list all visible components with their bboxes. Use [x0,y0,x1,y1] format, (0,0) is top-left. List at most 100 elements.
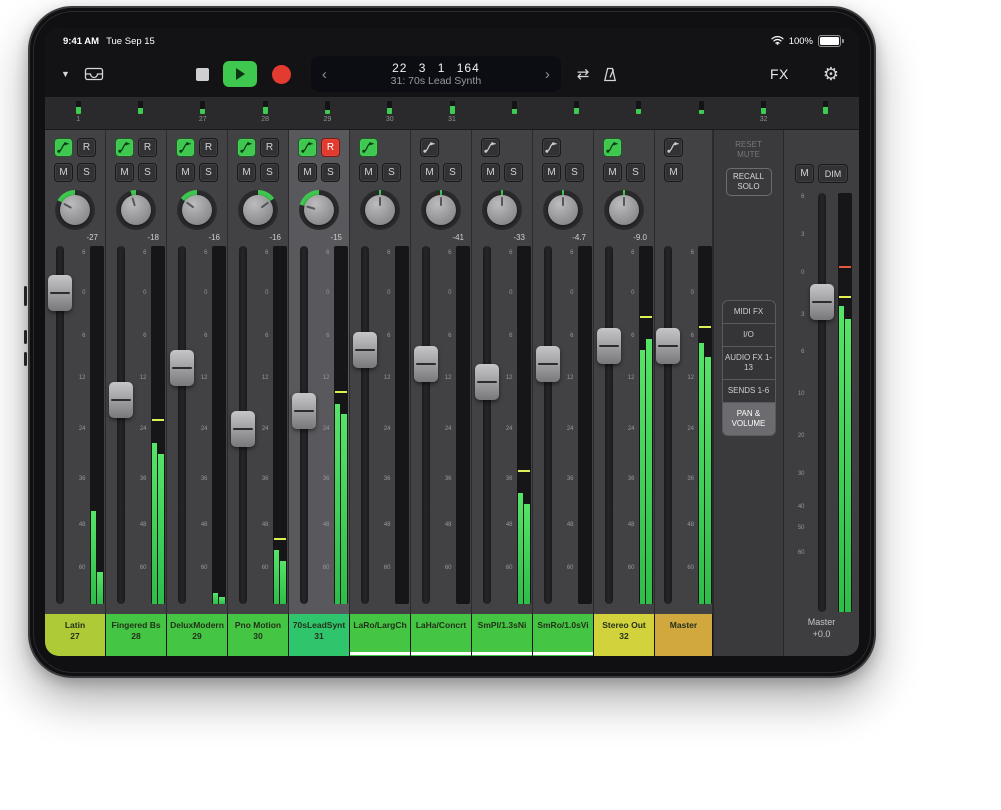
channel-strip[interactable]: RMS-276061224364860 [45,130,106,614]
automation-button[interactable] [481,138,500,157]
channel-strip[interactable]: RMS-156061224364860 [289,130,350,614]
automation-button[interactable] [359,138,378,157]
automation-button[interactable] [54,138,73,157]
track-label[interactable]: LaRo/LargCh [350,614,411,656]
ruler-tick[interactable] [546,97,608,129]
channel-strip[interactable]: MS-4.76061224364860 [533,130,594,614]
play-button[interactable] [223,61,257,87]
record-arm-button[interactable]: R [138,138,157,157]
automation-button[interactable] [542,138,561,157]
fader-cap[interactable] [292,393,316,429]
lcd-prev-button[interactable]: ‹ [319,67,330,82]
stop-button[interactable] [196,68,209,81]
view-button-sends-1-6[interactable]: SENDS 1-6 [722,379,776,403]
ruler-tick[interactable]: 1 [47,97,109,129]
mute-button[interactable]: M [481,163,500,182]
track-label[interactable]: Pno Motion30 [228,614,289,656]
view-button-audio-fx-1-13[interactable]: AUDIO FX 1-13 [722,346,776,380]
pan-knob[interactable] [55,190,95,232]
metronome-icon[interactable] [602,66,618,83]
lcd-next-button[interactable]: › [542,67,553,82]
fader-cap[interactable] [231,411,255,447]
pan-knob[interactable] [482,190,522,232]
volume-fader[interactable] [291,246,317,604]
volume-fader[interactable] [47,246,73,604]
fader-cap[interactable] [597,328,621,364]
solo-button[interactable]: S [626,163,645,182]
mute-button[interactable]: M [298,163,317,182]
fader-cap[interactable] [475,364,499,400]
channel-strip[interactable]: RMS-166061224364860 [228,130,289,614]
track-label[interactable]: Master [655,614,713,656]
ruler-tick[interactable]: 30 [359,97,421,129]
volume-fader[interactable] [596,246,622,604]
ruler-tick[interactable] [483,97,545,129]
solo-button[interactable]: S [138,163,157,182]
mute-button[interactable]: M [54,163,73,182]
record-arm-button[interactable]: R [260,138,279,157]
channel-strip[interactable]: MS-9.06061224364860 [594,130,655,614]
volume-fader[interactable] [535,246,561,604]
master-dim-button[interactable]: DIM [818,164,848,183]
ruler-tick[interactable]: 32 [732,97,794,129]
track-label[interactable]: Fingered Bs28 [106,614,167,656]
pan-knob[interactable] [543,190,583,232]
fader-cap[interactable] [48,275,72,311]
pan-knob[interactable] [421,190,461,232]
ruler-tick[interactable]: 31 [421,97,483,129]
track-label[interactable]: SmPl/1.3sNi [472,614,533,656]
ruler-tick[interactable]: 28 [234,97,296,129]
automation-button[interactable] [176,138,195,157]
volume-fader[interactable] [474,246,500,604]
channel-strip[interactable]: MS6061224364860 [350,130,411,614]
volume-fader[interactable] [230,246,256,604]
solo-button[interactable]: S [443,163,462,182]
settings-icon[interactable]: ⚙ [823,64,839,85]
mute-button[interactable]: M [542,163,561,182]
record-arm-button[interactable]: R [321,138,340,157]
channel-strip[interactable]: MS-336061224364860 [472,130,533,614]
record-button[interactable] [272,65,291,84]
mute-button[interactable]: M [420,163,439,182]
volume-fader[interactable] [655,246,681,604]
mute-button[interactable]: M [359,163,378,182]
channel-strip[interactable]: MS-416061224364860 [411,130,472,614]
track-label[interactable]: Stereo Out32 [594,614,655,656]
solo-button[interactable]: S [260,163,279,182]
fader-cap[interactable] [536,346,560,382]
solo-button[interactable]: S [565,163,584,182]
master-mute-button[interactable]: M [795,164,814,183]
recall-solo-button[interactable]: RECALL SOLO [726,168,772,196]
automation-button[interactable] [664,138,683,157]
pan-knob[interactable] [604,190,644,232]
ruler-tick[interactable] [109,97,171,129]
volume-fader[interactable] [352,246,378,604]
disclosure-button[interactable]: ▼ [61,69,70,79]
volume-fader[interactable] [413,246,439,604]
track-label[interactable]: DeluxModern29 [167,614,228,656]
ruler-tick[interactable]: 27 [172,97,234,129]
master-fader-cap[interactable] [810,284,834,320]
automation-button[interactable] [115,138,134,157]
record-arm-button[interactable]: R [199,138,218,157]
reset-mute-button[interactable]: RESET MUTE [726,140,772,160]
automation-button[interactable] [603,138,622,157]
mute-button[interactable]: M [176,163,195,182]
ruler-tick[interactable]: 29 [296,97,358,129]
channel-strip[interactable]: M6061224364860 [655,130,713,614]
track-label[interactable]: Latin27 [45,614,106,656]
pan-knob[interactable] [299,190,339,232]
channel-strip[interactable]: RMS-186061224364860 [106,130,167,614]
solo-button[interactable]: S [77,163,96,182]
solo-button[interactable]: S [382,163,401,182]
track-label[interactable]: 70sLeadSynt31 [289,614,350,656]
automation-button[interactable] [237,138,256,157]
track-label[interactable]: SmRo/1.0sVi [533,614,594,656]
pan-knob[interactable] [177,190,217,232]
lcd-display[interactable]: ‹ 22 3 1 164 31: 70s Lead Synth › [311,56,561,92]
view-button-pan-volume[interactable]: PAN & VOLUME [722,402,776,436]
master-fader[interactable] [809,193,835,612]
view-button-i-o[interactable]: I/O [722,323,776,347]
view-button-midi-fx[interactable]: MIDI FX [722,300,776,324]
fx-button[interactable]: FX [770,66,789,82]
